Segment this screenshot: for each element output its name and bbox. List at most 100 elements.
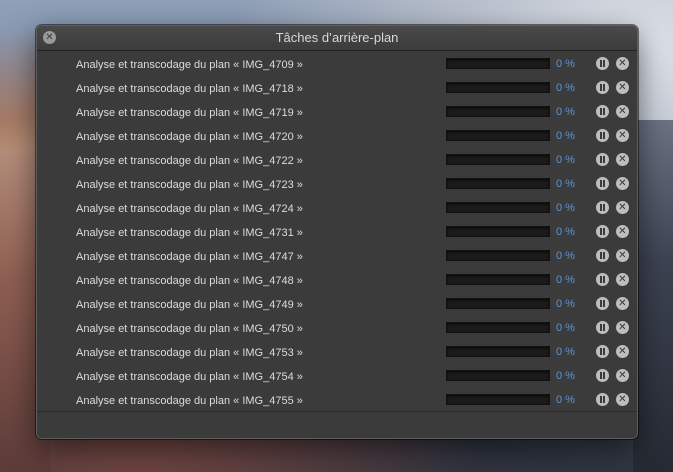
pause-icon[interactable] xyxy=(596,393,609,406)
task-row: Analyse et transcodage du plan « IMG_474… xyxy=(37,245,637,269)
pause-bar-left xyxy=(600,108,602,115)
pause-bar-right xyxy=(603,60,605,67)
task-row: Analyse et transcodage du plan « IMG_475… xyxy=(37,389,637,413)
task-progress-bar xyxy=(446,298,550,309)
task-percent: 0 % xyxy=(556,394,575,406)
cancel-icon[interactable]: ✕ xyxy=(616,393,629,406)
task-label: Analyse et transcodage du plan « IMG_475… xyxy=(76,323,303,335)
pause-bar-right xyxy=(603,324,605,331)
window-titlebar[interactable]: ✕ Tâches d’arrière-plan xyxy=(37,26,637,51)
task-progress-bar xyxy=(446,394,550,405)
desktop-background-rock-right xyxy=(633,120,673,472)
pause-bar-right xyxy=(603,180,605,187)
task-percent: 0 % xyxy=(556,130,575,142)
pause-bar-left xyxy=(600,372,602,379)
pause-bar-left xyxy=(600,276,602,283)
pause-icon[interactable] xyxy=(596,345,609,358)
task-percent: 0 % xyxy=(556,154,575,166)
task-row: Analyse et transcodage du plan « IMG_475… xyxy=(37,317,637,341)
pause-bar-right xyxy=(603,276,605,283)
task-label: Analyse et transcodage du plan « IMG_472… xyxy=(76,155,303,167)
task-row: Analyse et transcodage du plan « IMG_474… xyxy=(37,293,637,317)
task-label: Analyse et transcodage du plan « IMG_472… xyxy=(76,203,303,215)
pause-bar-right xyxy=(603,204,605,211)
task-percent: 0 % xyxy=(556,250,575,262)
cancel-icon[interactable]: ✕ xyxy=(616,201,629,214)
cancel-icon[interactable]: ✕ xyxy=(616,345,629,358)
cancel-icon[interactable]: ✕ xyxy=(616,249,629,262)
task-row: Analyse et transcodage du plan « IMG_473… xyxy=(37,221,637,245)
pause-bar-right xyxy=(603,300,605,307)
task-progress-bar xyxy=(446,250,550,261)
pause-icon[interactable] xyxy=(596,297,609,310)
pause-icon[interactable] xyxy=(596,201,609,214)
task-percent: 0 % xyxy=(556,322,575,334)
pause-icon[interactable] xyxy=(596,105,609,118)
task-progress-bar xyxy=(446,370,550,381)
pause-bar-left xyxy=(600,348,602,355)
pause-bar-right xyxy=(603,108,605,115)
pause-icon[interactable] xyxy=(596,129,609,142)
task-label: Analyse et transcodage du plan « IMG_474… xyxy=(76,299,303,311)
task-label: Analyse et transcodage du plan « IMG_475… xyxy=(76,395,303,407)
pause-icon[interactable] xyxy=(596,153,609,166)
pause-icon[interactable] xyxy=(596,369,609,382)
cancel-icon[interactable]: ✕ xyxy=(616,105,629,118)
task-percent: 0 % xyxy=(556,202,575,214)
pause-icon[interactable] xyxy=(596,177,609,190)
cancel-icon[interactable]: ✕ xyxy=(616,81,629,94)
pause-icon[interactable] xyxy=(596,225,609,238)
task-row: Analyse et transcodage du plan « IMG_471… xyxy=(37,101,637,125)
task-label: Analyse et transcodage du plan « IMG_472… xyxy=(76,179,303,191)
task-percent: 0 % xyxy=(556,226,575,238)
task-progress-bar xyxy=(446,58,550,69)
task-label: Analyse et transcodage du plan « IMG_473… xyxy=(76,227,303,239)
pause-bar-left xyxy=(600,324,602,331)
task-progress-bar xyxy=(446,346,550,357)
cancel-icon[interactable]: ✕ xyxy=(616,129,629,142)
pause-bar-left xyxy=(600,180,602,187)
cancel-icon[interactable]: ✕ xyxy=(616,273,629,286)
pause-icon[interactable] xyxy=(596,57,609,70)
task-progress-bar xyxy=(446,154,550,165)
pause-icon[interactable] xyxy=(596,273,609,286)
task-row: Analyse et transcodage du plan « IMG_472… xyxy=(37,173,637,197)
pause-bar-left xyxy=(600,228,602,235)
cancel-icon[interactable]: ✕ xyxy=(616,225,629,238)
pause-icon[interactable] xyxy=(596,249,609,262)
task-progress-bar xyxy=(446,130,550,141)
task-row: Analyse et transcodage du plan « IMG_475… xyxy=(37,341,637,365)
task-percent: 0 % xyxy=(556,106,575,118)
task-label: Analyse et transcodage du plan « IMG_475… xyxy=(76,347,303,359)
window-title: Tâches d’arrière-plan xyxy=(275,30,399,45)
pause-bar-right xyxy=(603,396,605,403)
task-percent: 0 % xyxy=(556,298,575,310)
pause-bar-left xyxy=(600,132,602,139)
pause-bar-right xyxy=(603,84,605,91)
task-label: Analyse et transcodage du plan « IMG_472… xyxy=(76,131,303,143)
cancel-icon[interactable]: ✕ xyxy=(616,57,629,70)
pause-bar-right xyxy=(603,132,605,139)
task-label: Analyse et transcodage du plan « IMG_471… xyxy=(76,83,303,95)
window-footer xyxy=(37,412,637,438)
pause-bar-left xyxy=(600,204,602,211)
task-progress-bar xyxy=(446,82,550,93)
task-percent: 0 % xyxy=(556,274,575,286)
pause-icon[interactable] xyxy=(596,81,609,94)
pause-icon[interactable] xyxy=(596,321,609,334)
background-tasks-window: ✕ Tâches d’arrière-plan Analyse et trans… xyxy=(36,25,638,439)
task-row: Analyse et transcodage du plan « IMG_472… xyxy=(37,149,637,173)
task-label: Analyse et transcodage du plan « IMG_474… xyxy=(76,251,303,263)
task-row: Analyse et transcodage du plan « IMG_472… xyxy=(37,197,637,221)
pause-bar-right xyxy=(603,252,605,259)
task-progress-bar xyxy=(446,106,550,117)
cancel-icon[interactable]: ✕ xyxy=(616,153,629,166)
pause-bar-right xyxy=(603,348,605,355)
task-row: Analyse et transcodage du plan « IMG_470… xyxy=(37,53,637,77)
cancel-icon[interactable]: ✕ xyxy=(616,321,629,334)
cancel-icon[interactable]: ✕ xyxy=(616,369,629,382)
cancel-icon[interactable]: ✕ xyxy=(616,297,629,310)
task-label: Analyse et transcodage du plan « IMG_474… xyxy=(76,275,303,287)
cancel-icon[interactable]: ✕ xyxy=(616,177,629,190)
task-row: Analyse et transcodage du plan « IMG_471… xyxy=(37,77,637,101)
